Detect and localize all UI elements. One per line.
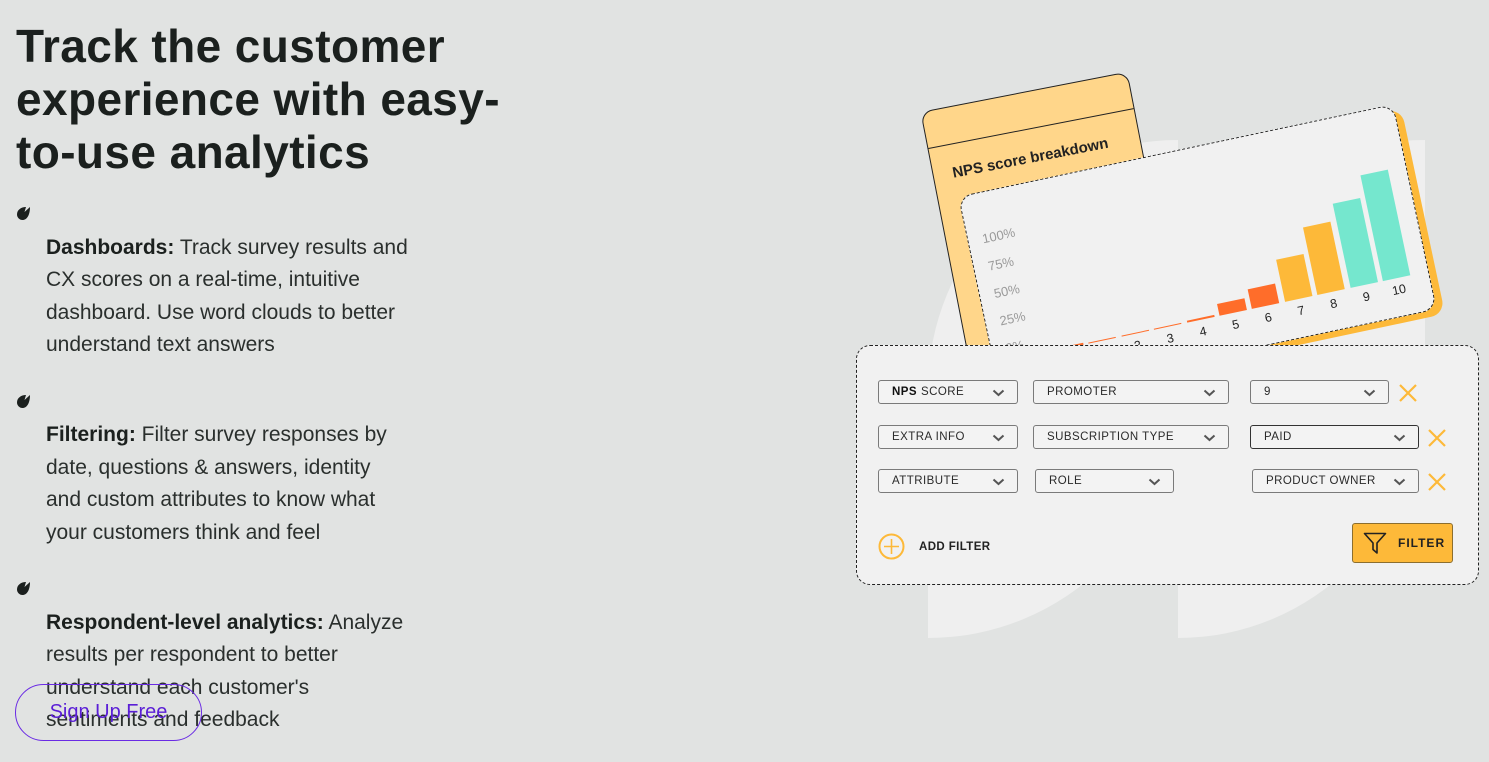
operator-label: PROMOTER: [1047, 386, 1118, 398]
x-tick-label: 5: [1230, 316, 1240, 332]
x-tick-label: 8: [1328, 295, 1338, 311]
chevron-down-icon: [992, 434, 1005, 442]
x-tick-label: 4: [1197, 323, 1208, 339]
apply-filter-label: FILTER: [1398, 536, 1446, 550]
field-label: ATTRIBUTE: [892, 475, 960, 487]
y-tick-label: 100%: [980, 224, 1016, 247]
x-tick-label: 9: [1360, 288, 1371, 304]
filter-value-dropdown[interactable]: PRODUCT OWNER: [1252, 469, 1419, 493]
bar-score-5: [1216, 298, 1247, 317]
chevron-down-icon: [992, 389, 1005, 397]
chevron-down-icon: [1363, 389, 1376, 397]
value-label: PRODUCT OWNER: [1266, 475, 1376, 487]
operator-label: SUBSCRIPTION TYPE: [1047, 431, 1174, 443]
filter-field-dropdown[interactable]: NPS SCORE: [878, 380, 1018, 404]
bar-score-6: [1247, 283, 1280, 310]
filter-panel: NPS SCORE PROMOTER 9 EXTRA INFO SUBSCRIPT…: [856, 345, 1479, 585]
chevron-down-icon: [1393, 478, 1406, 486]
value-label: PAID: [1264, 431, 1292, 443]
chevron-down-icon: [992, 478, 1005, 486]
field-prefix: NPS: [892, 386, 917, 398]
x-tick-label: 10: [1390, 281, 1407, 298]
filter-value-dropdown[interactable]: PAID: [1250, 425, 1419, 449]
y-tick-label: 25%: [997, 308, 1027, 329]
chevron-down-icon: [1203, 434, 1216, 442]
remove-filter-close-icon[interactable]: [1427, 472, 1447, 492]
bar-score-7: [1275, 253, 1312, 303]
chevron-down-icon: [1148, 478, 1161, 486]
filter-operator-dropdown[interactable]: PROMOTER: [1033, 380, 1229, 404]
filter-field-dropdown[interactable]: EXTRA INFO: [878, 425, 1018, 449]
field-label: SCORE: [921, 386, 965, 398]
filter-field-dropdown[interactable]: ATTRIBUTE: [878, 469, 1018, 493]
operator-label: ROLE: [1049, 475, 1083, 487]
remove-filter-close-icon[interactable]: [1398, 383, 1418, 403]
add-filter-label: ADD FILTER: [919, 540, 991, 553]
apply-filter-button[interactable]: FILTER: [1352, 523, 1453, 563]
field-label: EXTRA INFO: [892, 431, 965, 443]
chevron-down-icon: [1393, 434, 1406, 442]
filter-operator-dropdown[interactable]: SUBSCRIPTION TYPE: [1033, 425, 1229, 449]
plus-circle-icon: [878, 533, 905, 560]
x-tick-label: 7: [1295, 302, 1306, 318]
x-tick-label: 6: [1262, 309, 1273, 325]
remove-filter-close-icon[interactable]: [1427, 428, 1447, 448]
y-tick-label: 50%: [991, 280, 1021, 302]
chevron-down-icon: [1203, 389, 1216, 397]
funnel-filter-icon: [1363, 532, 1387, 554]
filter-value-dropdown[interactable]: 9: [1250, 380, 1389, 404]
y-tick-label: 75%: [986, 253, 1015, 274]
add-filter-button[interactable]: ADD FILTER: [878, 533, 991, 560]
value-label: 9: [1264, 386, 1271, 398]
filter-operator-dropdown[interactable]: ROLE: [1035, 469, 1174, 493]
